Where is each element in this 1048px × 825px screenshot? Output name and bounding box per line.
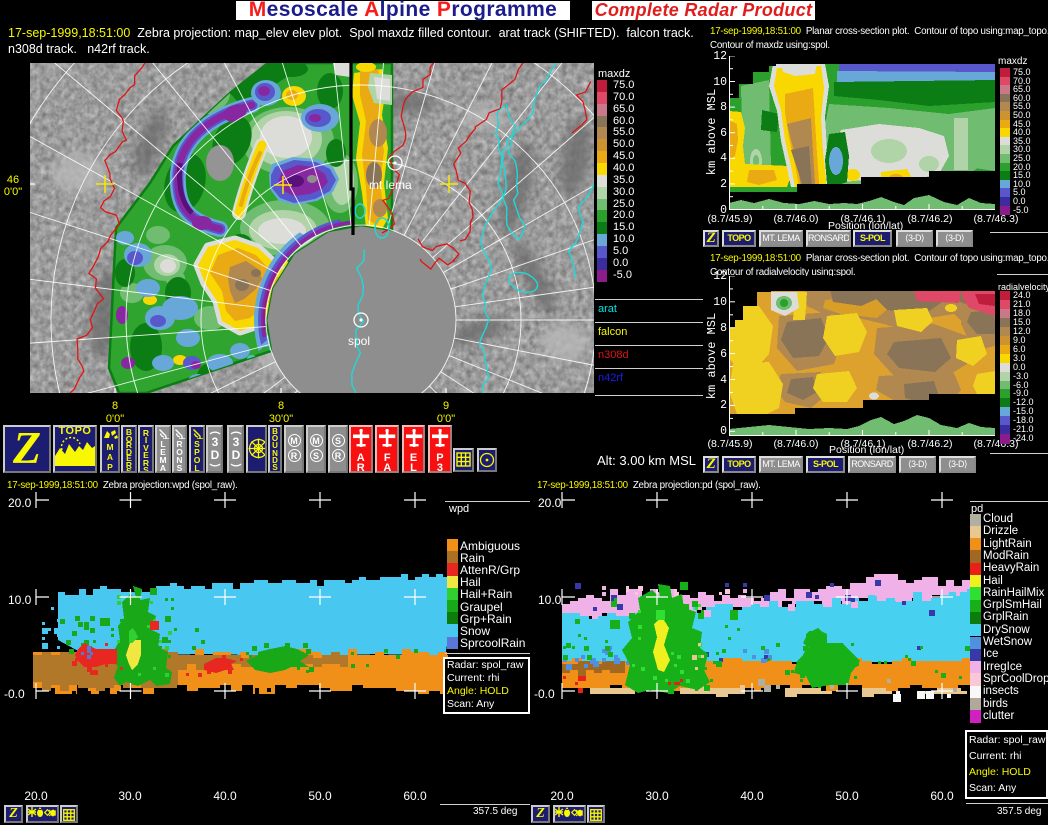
svg-text:mt lema: mt lema: [369, 178, 412, 192]
svg-text:spol: spol: [348, 334, 370, 348]
svg-text:D: D: [211, 448, 220, 462]
svg-text:D: D: [232, 448, 241, 462]
svg-text:3: 3: [212, 435, 219, 449]
svg-text:3: 3: [233, 435, 240, 449]
